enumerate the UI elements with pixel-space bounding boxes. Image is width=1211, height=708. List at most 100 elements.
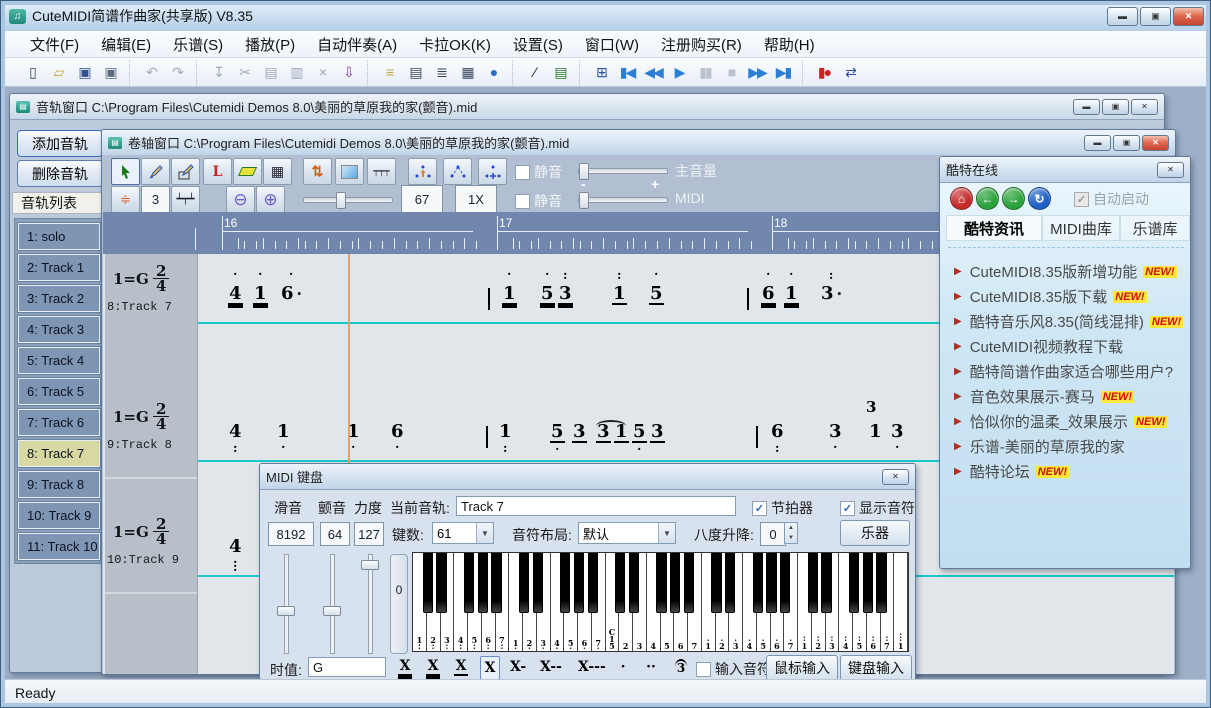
black-key[interactable] xyxy=(588,553,598,613)
menu-item-1[interactable]: 编辑(E) xyxy=(90,32,162,57)
scroll-win-minimize-button[interactable]: ▬ xyxy=(1084,135,1111,151)
note[interactable]: 5· xyxy=(550,410,565,451)
octave-shift-value[interactable]: 0 xyxy=(760,522,786,546)
track-item-1[interactable]: 1: solo xyxy=(18,223,100,250)
track-item-10[interactable]: 10: Track 9 xyxy=(18,502,100,529)
dot-button[interactable]: · xyxy=(614,656,632,678)
black-key[interactable] xyxy=(821,553,831,613)
rewind-icon[interactable]: ◀◀ xyxy=(641,60,665,84)
track-win-restore-button[interactable]: ▣ xyxy=(1102,99,1129,115)
player-panel-icon[interactable]: ⊞ xyxy=(589,60,613,84)
save-all-icon[interactable]: ▣ xyxy=(98,60,122,84)
online-link[interactable]: ▶酷特论坛NEW! xyxy=(954,461,1069,482)
online-link[interactable]: ▶酷特简谱作曲家适合哪些用户? xyxy=(954,361,1173,382)
track-win-minimize-button[interactable]: ▬ xyxy=(1073,99,1100,115)
grid-tool-icon[interactable]: ▦ xyxy=(263,158,292,185)
online-link[interactable]: ▶恰似你的温柔_效果展示NEW! xyxy=(954,411,1167,432)
online-titlebar[interactable]: 酷特在线 ✕ xyxy=(940,157,1190,183)
lyric-tool-icon[interactable]: L xyxy=(203,158,232,185)
note[interactable]: 3· xyxy=(828,410,843,449)
note[interactable]: ·1 xyxy=(502,272,517,309)
pitch-curve-dash-icon[interactable] xyxy=(443,158,472,185)
note[interactable]: 6· xyxy=(390,410,405,449)
speed-value-box[interactable]: 1X xyxy=(455,185,497,213)
current-track-input[interactable] xyxy=(456,496,736,516)
black-key[interactable] xyxy=(725,553,735,613)
vibrato-slider[interactable] xyxy=(320,554,342,652)
dur-half-button[interactable]: X- xyxy=(508,656,528,678)
menu-item-7[interactable]: 窗口(W) xyxy=(574,32,650,57)
track-item-3[interactable]: 3: Track 2 xyxy=(18,285,100,312)
black-key[interactable] xyxy=(711,553,721,613)
go-first-icon[interactable]: ▮◀ xyxy=(615,60,639,84)
black-key[interactable] xyxy=(656,553,666,613)
add-track-button[interactable]: 添加音轨 xyxy=(17,130,103,157)
note[interactable]: ·1 xyxy=(253,272,268,309)
black-key[interactable] xyxy=(615,553,625,613)
refresh-icon[interactable]: ↻ xyxy=(1028,187,1051,210)
note[interactable]: ·6 xyxy=(761,272,776,309)
close-button[interactable]: ✕ xyxy=(1173,7,1204,26)
show-notes-checkbox[interactable]: ✓ xyxy=(840,501,855,516)
note[interactable]: 1·· xyxy=(498,410,513,453)
note[interactable]: 4··· xyxy=(228,525,243,572)
scroll-window-titlebar[interactable]: ▤ 卷轴窗口 C:\Program Files\Cutemidi Demos 8… xyxy=(102,130,1175,156)
black-key[interactable] xyxy=(670,553,680,613)
white-key[interactable]: ···1 xyxy=(894,553,908,651)
black-key[interactable] xyxy=(560,553,570,613)
track-item-5[interactable]: 5: Track 4 xyxy=(18,347,100,374)
track-window-titlebar[interactable]: ▤ 音轨窗口 C:\Program Files\Cutemidi Demos 8… xyxy=(10,94,1164,120)
layout-dropdown[interactable]: 默认▼ xyxy=(578,522,676,544)
chevron-down-icon[interactable]: ▼ xyxy=(658,523,675,543)
forward-icon[interactable]: → xyxy=(1002,187,1025,210)
input-note-checkbox[interactable] xyxy=(696,662,711,677)
black-key[interactable] xyxy=(863,553,873,613)
eraser-tool-icon[interactable] xyxy=(233,158,262,185)
black-key[interactable] xyxy=(491,553,501,613)
black-key[interactable] xyxy=(766,553,776,613)
piano-keyboard[interactable]: 1··2··3··4··5··6··7··1·2·3·4·5·6·7·C1523… xyxy=(412,552,909,652)
grid-value-box[interactable]: 3 xyxy=(141,186,170,213)
fast-forward-icon[interactable]: ▶▶ xyxy=(745,60,769,84)
track-item-11[interactable]: 11: Track 10 xyxy=(18,533,100,560)
save-icon[interactable]: ▣ xyxy=(72,60,96,84)
black-key[interactable] xyxy=(464,553,474,613)
online-tab-1[interactable]: MIDI曲库 xyxy=(1042,215,1120,241)
import-icon[interactable]: ⇩ xyxy=(336,60,360,84)
delete-track-button[interactable]: 删除音轨 xyxy=(17,160,103,187)
ruler-icon[interactable]: ┯┯┯ xyxy=(367,158,396,185)
dur-dotted-half-button[interactable]: X-- xyxy=(538,656,564,678)
black-key[interactable] xyxy=(753,553,763,613)
main-volume-slider[interactable] xyxy=(578,168,668,174)
new-file-icon[interactable]: ▯ xyxy=(20,60,44,84)
online-link[interactable]: ▶CuteMIDI8.35版新增功能NEW! xyxy=(954,261,1177,282)
dur-16th-button[interactable]: X xyxy=(452,656,470,678)
transpose-icon[interactable]: ⇅ xyxy=(303,158,332,185)
note[interactable]: 3 xyxy=(572,410,587,447)
note[interactable]: ·1 xyxy=(784,272,799,309)
track-item-2[interactable]: 2: Track 1 xyxy=(18,254,100,281)
home-icon[interactable]: ⌂ xyxy=(950,187,973,210)
black-key[interactable] xyxy=(423,553,433,613)
online-tab-2[interactable]: 乐谱库 xyxy=(1120,215,1190,241)
triplet-button[interactable]: 3 xyxy=(672,656,690,678)
track-item-6[interactable]: 6: Track 5 xyxy=(18,378,100,405)
menu-item-2[interactable]: 乐谱(S) xyxy=(162,32,234,57)
online-link[interactable]: ▶酷特音乐风8.35(简线混排)NEW! xyxy=(954,311,1183,332)
online-tab-0[interactable]: 酷特资讯 xyxy=(946,215,1042,241)
position-value-box[interactable]: 67 xyxy=(401,185,443,213)
select-tool-icon[interactable] xyxy=(111,158,140,185)
keyboard-view-icon[interactable]: ▦ xyxy=(455,60,479,84)
zoom-slider[interactable] xyxy=(303,197,393,203)
loop-icon[interactable]: ⇄ xyxy=(838,60,862,84)
pencil-tool-icon[interactable] xyxy=(141,158,170,185)
track-win-close-button[interactable]: ✕ xyxy=(1131,99,1158,115)
scroll-win-close-button[interactable]: ✕ xyxy=(1142,135,1169,151)
score-window-icon[interactable]: ▤ xyxy=(548,60,572,84)
black-key[interactable] xyxy=(519,553,529,613)
track-view-icon[interactable]: ≡ xyxy=(377,60,401,84)
dur-32nd-button[interactable]: X xyxy=(424,656,442,678)
zero-indicator[interactable]: 0 xyxy=(390,554,408,654)
black-key[interactable] xyxy=(876,553,886,613)
go-last-icon[interactable]: ▶▮ xyxy=(771,60,795,84)
